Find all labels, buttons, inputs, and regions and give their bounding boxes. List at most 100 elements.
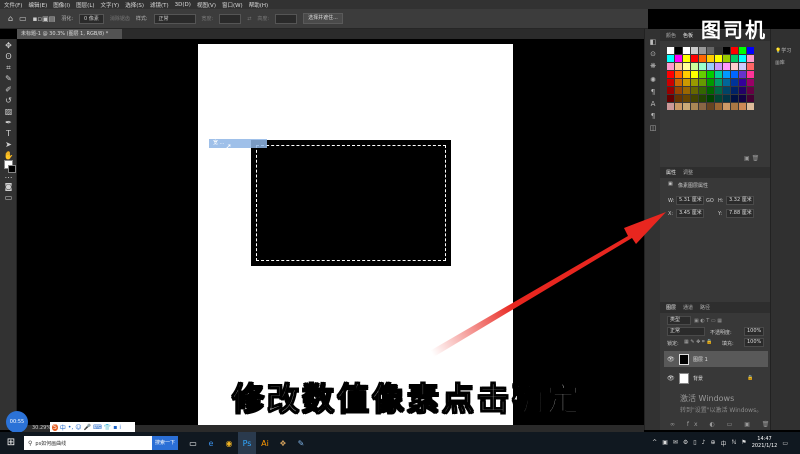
color-swatch[interactable] xyxy=(675,55,682,62)
tab-paths[interactable]: 路径 xyxy=(700,304,710,311)
search-text[interactable]: ps如何画曲线 xyxy=(35,440,66,447)
lasso-tool-icon[interactable]: ʘ xyxy=(3,52,14,62)
color-swatch[interactable] xyxy=(667,95,674,102)
color-swatch[interactable] xyxy=(739,79,746,86)
ime-toolbar[interactable]: S 中 •, ☺ 🎤 ⌨ 👕 ▪ ⁞ xyxy=(50,422,135,432)
menu-item[interactable]: 滤镜(T) xyxy=(150,1,169,9)
link-toggle[interactable]: GO xyxy=(706,198,714,204)
color-swatch[interactable] xyxy=(731,79,738,86)
color-swatch[interactable] xyxy=(699,79,706,86)
color-swatch[interactable] xyxy=(691,103,698,110)
menu-item[interactable]: 选择(S) xyxy=(125,1,144,9)
color-swatch[interactable] xyxy=(739,87,746,94)
color-swatch[interactable] xyxy=(691,87,698,94)
ime-icon[interactable]: ⌨ xyxy=(93,424,102,431)
tray-icon[interactable]: 中 xyxy=(720,439,726,448)
color-swatch[interactable] xyxy=(739,95,746,102)
home-icon[interactable]: ⌂ xyxy=(8,14,13,23)
color-swatch[interactable] xyxy=(739,103,746,110)
color-swatch[interactable] xyxy=(715,55,722,62)
color-swatch[interactable] xyxy=(707,87,714,94)
new-swatch-icon[interactable]: ▣ 🗑 xyxy=(744,155,759,162)
tray-icon[interactable]: ⚙ xyxy=(683,439,688,448)
swatch-grid[interactable] xyxy=(667,47,757,135)
layer-row-background[interactable]: 👁 背景 🔒 xyxy=(664,370,768,386)
style-select[interactable]: 正常 xyxy=(153,13,196,24)
ime-icon[interactable]: 🎤 xyxy=(84,424,91,431)
tray-icon[interactable]: ⚑ xyxy=(741,439,746,448)
taskbar-app-icon[interactable]: ❖ xyxy=(274,432,292,454)
color-swatch[interactable] xyxy=(731,71,738,78)
taskbar-app-icon[interactable]: ✎ xyxy=(292,432,310,454)
color-swatch[interactable] xyxy=(715,95,722,102)
layers-footer-icons[interactable]: ∞ fx ◐ ▭ ▣ 🗑 xyxy=(670,421,774,428)
move-tool-icon[interactable]: ✥ xyxy=(3,41,14,51)
color-swatch[interactable] xyxy=(699,87,706,94)
color-swatch[interactable] xyxy=(747,71,754,78)
color-swatch[interactable] xyxy=(667,87,674,94)
tab-layers[interactable]: 图层 xyxy=(666,304,676,311)
ime-icon[interactable]: S xyxy=(52,423,58,431)
tray-icon[interactable]: ✉ xyxy=(673,439,678,448)
color-swatch[interactable] xyxy=(691,95,698,102)
color-swatch[interactable] xyxy=(707,79,714,86)
taskbar-app-icon[interactable]: Ai xyxy=(256,432,274,454)
color-swatch[interactable] xyxy=(707,95,714,102)
menu-item[interactable]: 帮助(H) xyxy=(249,1,268,9)
height-input[interactable] xyxy=(275,13,298,24)
color-swatch[interactable] xyxy=(707,63,714,70)
ime-icon[interactable]: 中 xyxy=(60,423,66,432)
library-panel-button[interactable]: ▥库 xyxy=(775,59,785,66)
marquee-tool-icon[interactable]: ▭ xyxy=(19,14,27,23)
eyedropper-tool-icon[interactable]: ✎ xyxy=(3,74,14,84)
tray-icon[interactable]: ^ xyxy=(652,439,657,448)
crop-tool-icon[interactable]: ⌗ xyxy=(3,63,14,73)
path-selection-tool-icon[interactable]: ➤ xyxy=(3,140,14,150)
history-icon[interactable]: ◧ xyxy=(648,37,658,47)
taskbar-app-icon[interactable]: e xyxy=(202,432,220,454)
ime-icon[interactable]: ▪ xyxy=(113,424,117,431)
tab-adjustments[interactable]: 调整 xyxy=(683,169,693,176)
color-swatch[interactable] xyxy=(683,47,690,54)
color-swatch[interactable] xyxy=(667,47,674,54)
brush-settings-icon[interactable]: ❋ xyxy=(648,61,658,71)
x-input[interactable]: 3.45 厘米 xyxy=(676,209,704,218)
color-swatch[interactable] xyxy=(675,79,682,86)
color-swatch[interactable] xyxy=(691,55,698,62)
blend-mode-select[interactable]: 正常 xyxy=(667,327,705,336)
color-swatch[interactable] xyxy=(667,103,674,110)
zoom-level[interactable]: 30.29% xyxy=(32,425,51,431)
color-swatch[interactable] xyxy=(739,55,746,62)
color-swatch[interactable] xyxy=(667,63,674,70)
feather-input[interactable]: 0 像素 xyxy=(79,13,104,24)
color-swatch[interactable] xyxy=(731,55,738,62)
color-swatch[interactable] xyxy=(683,87,690,94)
color-swatch[interactable] xyxy=(739,63,746,70)
color-swatch[interactable] xyxy=(675,103,682,110)
color-swatch[interactable] xyxy=(699,103,706,110)
color-swatch[interactable] xyxy=(707,55,714,62)
color-swatch[interactable] xyxy=(731,63,738,70)
color-swatch[interactable] xyxy=(699,55,706,62)
color-swatch[interactable] xyxy=(683,103,690,110)
type-tool-icon[interactable]: T xyxy=(3,129,14,139)
color-swatch[interactable] xyxy=(731,47,738,54)
menu-item[interactable]: 3D(D) xyxy=(175,2,191,8)
marquee-selection[interactable] xyxy=(256,145,446,261)
glyphs-icon[interactable]: ¶ xyxy=(648,111,658,121)
select-and-mask-button[interactable]: 选择并遮住... xyxy=(303,13,343,24)
taskbar-app-icon[interactable]: Ps xyxy=(238,432,256,454)
taskbar-app-icon[interactable]: ▭ xyxy=(184,432,202,454)
taskbar-app-icon[interactable]: ◉ xyxy=(220,432,238,454)
menu-item[interactable]: 文字(Y) xyxy=(101,1,120,9)
color-swatch[interactable] xyxy=(715,71,722,78)
layer-kind-select[interactable]: 类型 xyxy=(667,316,691,325)
color-swatch[interactable] xyxy=(699,63,706,70)
color-swatch[interactable] xyxy=(667,79,674,86)
paragraph-icon[interactable]: ¶ xyxy=(648,87,658,97)
ime-icon[interactable]: 👕 xyxy=(104,424,111,431)
color-swatch[interactable] xyxy=(715,63,722,70)
color-swatch[interactable] xyxy=(675,47,682,54)
opacity-input[interactable]: 100% xyxy=(744,327,764,336)
color-swatch[interactable] xyxy=(683,71,690,78)
